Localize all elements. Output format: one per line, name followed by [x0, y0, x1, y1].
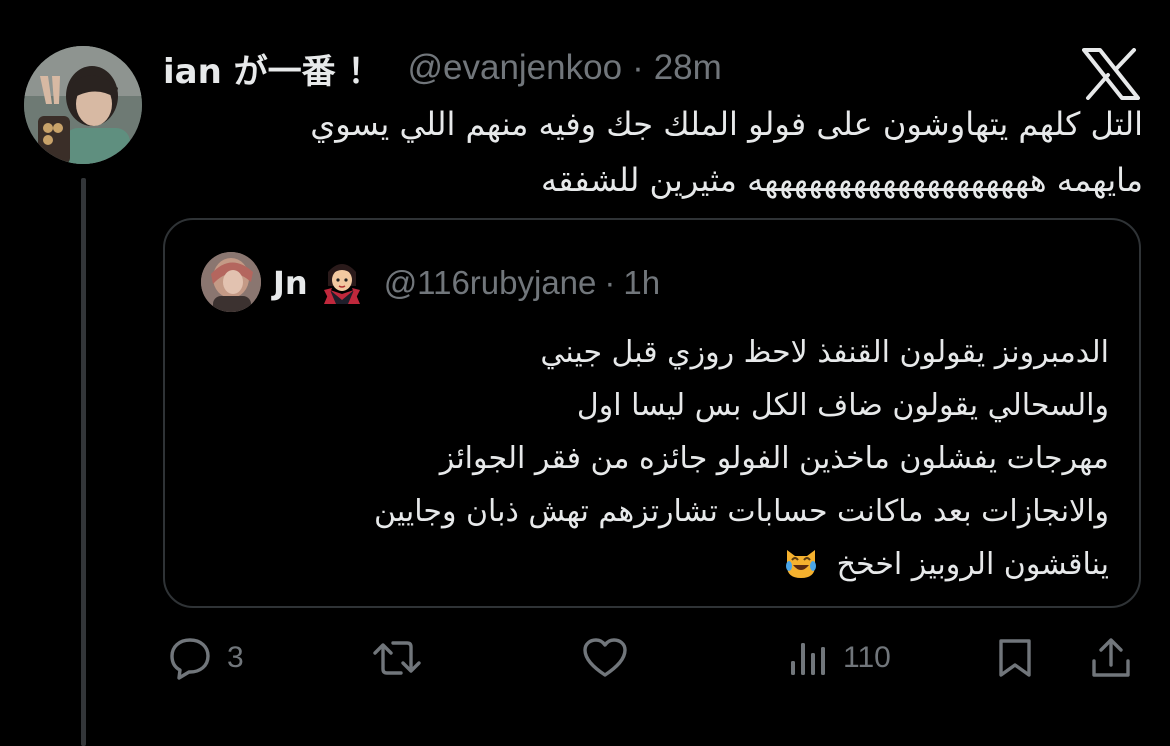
- quoted-tweet[interactable]: Jn @116rubyjane · 1h الدمبرونز يقولون ال…: [163, 218, 1141, 608]
- quote-author-avatar[interactable]: [201, 252, 261, 312]
- tweet-time[interactable]: 28m: [654, 48, 722, 88]
- x-logo-icon: [1082, 48, 1140, 100]
- share-icon: [1089, 635, 1133, 681]
- heart-icon: [581, 635, 629, 681]
- quote-header: Jn @116rubyjane · 1h: [273, 258, 660, 308]
- quote-text-line: الدمبرونز يقولون القنفذ لاحظ روزي قبل جي…: [540, 335, 1109, 370]
- quote-text-line: مهرجات يفشلون ماخذين الفولو جائزه من فقر…: [439, 441, 1109, 476]
- reply-button[interactable]: 3: [167, 628, 244, 688]
- quote-text-line: يناقشون الروبيز اخخخ: [836, 547, 1109, 582]
- separator-dot: ·: [604, 264, 616, 301]
- views-button[interactable]: 110: [789, 628, 891, 688]
- action-bar: 3 110: [163, 628, 1141, 688]
- views-count: 110: [843, 641, 891, 674]
- quote-author-name[interactable]: Jn: [273, 264, 308, 302]
- tweet-text: التل كلهم يتهاوشون على فولو الملك جك وفي…: [183, 96, 1143, 208]
- separator-dot: ·: [632, 48, 644, 87]
- bookmark-button[interactable]: [995, 628, 1035, 688]
- author-name[interactable]: ian が一番 ！: [163, 44, 381, 93]
- tweet: ian が一番 ！ @evanjenkoo · 28m التل كلهم يت…: [0, 0, 1170, 746]
- author-handle[interactable]: @evanjenkoo: [407, 48, 622, 88]
- repost-button[interactable]: [371, 628, 437, 688]
- thread-line: [81, 178, 86, 746]
- like-button[interactable]: [581, 628, 643, 688]
- repost-icon: [371, 635, 423, 681]
- bookmark-icon: [995, 635, 1035, 681]
- tweet-text-line: مايهمه هههههههههههههههههههه مثيرين للشفق…: [540, 161, 1143, 199]
- author-avatar[interactable]: [24, 46, 142, 164]
- vampire-emoji-icon: [322, 260, 362, 306]
- views-icon: [789, 635, 829, 681]
- quote-text-line-last: يناقشون الروبيز اخخخ: [209, 538, 1109, 591]
- quote-text: الدمبرونز يقولون القنفذ لاحظ روزي قبل جي…: [209, 326, 1109, 591]
- reply-count: 3: [227, 641, 244, 674]
- crying-laughing-cat-emoji-icon: [783, 544, 819, 580]
- tweet-header: ian が一番 ！ @evanjenkoo · 28m: [163, 44, 722, 92]
- quote-text-line: والانجازات بعد ماكانت حسابات تشارتزهم ته…: [374, 494, 1109, 529]
- tweet-text-line: التل كلهم يتهاوشون على فولو الملك جك وفي…: [310, 105, 1143, 143]
- quote-author-handle[interactable]: @116rubyjane: [384, 264, 597, 302]
- quote-text-line: والسحالي يقولون ضاف الكل بس ليسا اول: [576, 388, 1109, 423]
- share-button[interactable]: [1089, 628, 1133, 688]
- reply-icon: [167, 635, 213, 681]
- quote-time[interactable]: 1h: [623, 264, 660, 302]
